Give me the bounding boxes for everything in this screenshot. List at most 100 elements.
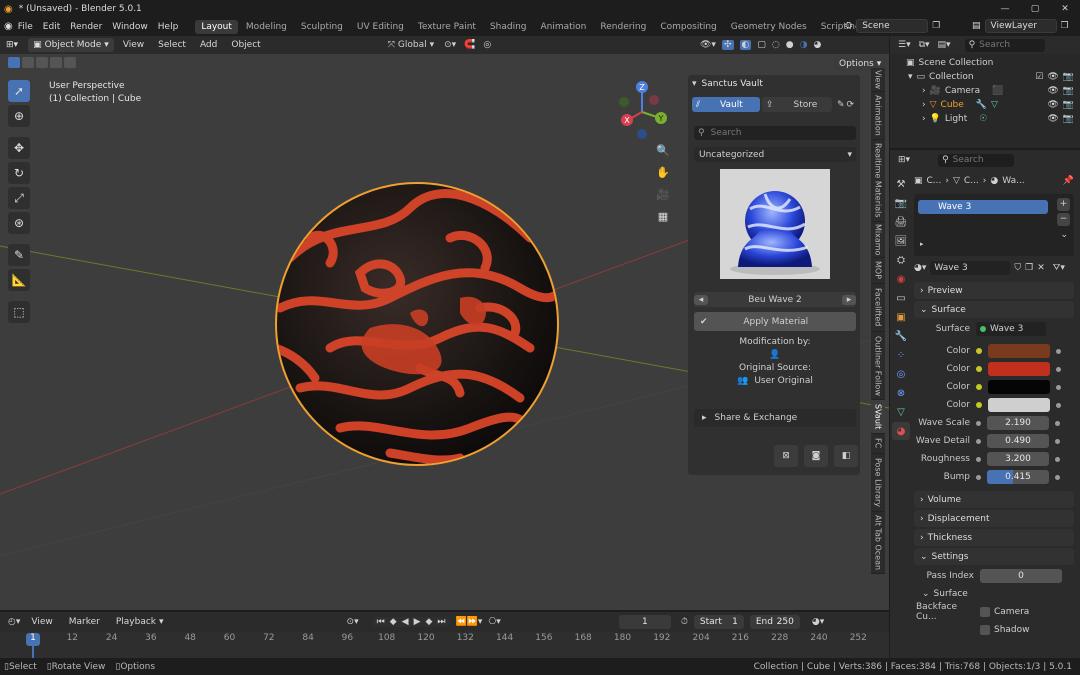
wireframe-shading-icon[interactable]: ◌ — [772, 40, 780, 50]
menu-window[interactable]: Window — [107, 22, 153, 32]
timeline-ruler[interactable]: 1 12 24 36 48 60 72 84 96 108 120 132 144 156 168 180 19… — [0, 632, 889, 658]
filter-funnel-icon[interactable]: ⛛▾ — [1053, 263, 1065, 273]
jump-end-icon[interactable]: ⏭ — [437, 617, 445, 627]
slot-menu-icon[interactable]: ⌄ — [1060, 230, 1068, 240]
side-tab-mop[interactable]: MOP — [871, 258, 885, 284]
side-tab-pose-library[interactable]: Pose Library — [871, 454, 885, 512]
keyframe-dot-icon[interactable] — [1056, 366, 1061, 372]
cursor-tool-icon[interactable]: ⊕ — [8, 105, 30, 127]
timeline-editor-icon[interactable]: ◴▾ — [8, 617, 20, 627]
mode-dropdown[interactable]: ▣ Object Mode ▾ — [28, 38, 114, 52]
material-shading-icon[interactable]: ◑ — [800, 40, 808, 50]
current-frame-field[interactable]: 1 — [618, 615, 671, 629]
select-mode-subtract-icon[interactable] — [36, 57, 48, 68]
tab-sculpting[interactable]: Sculpting — [295, 20, 349, 34]
side-tab-animation[interactable]: Animation — [871, 92, 885, 140]
outliner-row-collection[interactable]: ▾ ▭ Collection ☑ 👁 📷 — [890, 70, 1080, 84]
side-tab-view[interactable]: View — [871, 68, 885, 92]
side-tab-fc[interactable]: FC — [871, 434, 885, 454]
select-mode-extend-icon[interactable] — [22, 57, 34, 68]
play-reverse-icon[interactable]: ◀ — [402, 617, 409, 627]
side-tab-realtime-materials[interactable]: Realtime Materials — [871, 140, 885, 222]
maximize-icon[interactable]: ▢ — [1020, 4, 1050, 14]
share-exchange-section[interactable]: ▸ Share & Exchange — [694, 409, 856, 427]
view-layer-copy-icon[interactable]: ❐ — [1061, 21, 1069, 31]
tab-uv-editing[interactable]: UV Editing — [351, 20, 410, 34]
color-swatch[interactable] — [988, 380, 1050, 394]
tab-geometry-nodes[interactable]: Geometry Nodes — [725, 20, 813, 34]
scale-tool-icon[interactable]: ⤢ — [8, 187, 30, 209]
solid-shading-icon[interactable]: ● — [786, 40, 794, 50]
minimize-icon[interactable]: — — [990, 4, 1020, 14]
gizmo-icon[interactable]: ✣ — [721, 40, 734, 50]
eye-icon[interactable]: 👁 — [1047, 114, 1058, 124]
previous-arrow-icon[interactable]: ◂ — [694, 294, 708, 305]
key-nav-icon[interactable]: ⏪⏩▾ — [456, 617, 483, 627]
section-settings[interactable]: ⌄ Settings — [914, 548, 1074, 565]
properties-editor-icon[interactable]: ⊞▾ — [898, 155, 910, 165]
orientation-dropdown[interactable]: ⤧ Global ▾ — [388, 40, 434, 50]
edit-pencil-icon[interactable]: ✎ — [837, 100, 845, 110]
visibility-icon[interactable]: 👁▾ — [700, 40, 716, 50]
particles-tab-icon[interactable]: ⁘ — [892, 346, 910, 364]
tool-tab-icon[interactable]: ⚒ — [892, 175, 910, 193]
menu-file[interactable]: File — [13, 22, 38, 32]
color-swatch[interactable] — [988, 398, 1050, 412]
measure-tool-icon[interactable]: 📐 — [8, 269, 30, 291]
duplicate-material-icon[interactable]: ❐ — [1025, 263, 1033, 273]
select-mode-invert-icon[interactable] — [50, 57, 62, 68]
blender-menu-icon[interactable]: ◉ — [4, 21, 13, 32]
eye-icon[interactable]: 👁 — [1047, 72, 1058, 82]
xray-icon[interactable]: ▢ — [757, 40, 766, 50]
roughness-field[interactable]: 3.200 — [987, 452, 1049, 466]
tab-layout[interactable]: Layout — [195, 19, 238, 34]
eye-icon[interactable]: 👁 — [1047, 100, 1058, 110]
pin-icon[interactable]: 📌 — [1063, 176, 1074, 186]
website-icon[interactable]: ⊠ — [774, 445, 798, 467]
surface-shader-field[interactable]: Wave 3 — [976, 322, 1046, 336]
side-tab-mixamo[interactable]: Mixamo — [871, 222, 885, 258]
vault-tab-store[interactable]: ⇪ Store — [762, 97, 832, 112]
outliner-row-cube[interactable]: › ▽ Cube 🔧 ▽ 👁 📷 — [890, 98, 1080, 112]
jump-start-icon[interactable]: ⏮ — [377, 617, 385, 627]
wave-detail-field[interactable]: 0.490 — [987, 434, 1049, 448]
menu-help[interactable]: Help — [153, 22, 184, 32]
move-tool-icon[interactable]: ✥ — [8, 137, 30, 159]
collection-tab-icon[interactable]: ▭ — [892, 289, 910, 307]
view-layer-tab-icon[interactable]: 🖼 — [892, 232, 910, 250]
pan-hand-icon[interactable]: ✋ — [654, 163, 672, 181]
scene-field[interactable]: Scene — [856, 19, 929, 33]
constraints-tab-icon[interactable]: ⊗ — [892, 384, 910, 402]
material-tab-icon[interactable]: ◕ — [892, 422, 910, 440]
keyframe-dot-icon[interactable] — [1056, 402, 1061, 408]
section-volume[interactable]: › Volume — [914, 491, 1074, 508]
add-cube-tool-icon[interactable]: ⬚ — [8, 301, 30, 323]
outliner-search-input[interactable]: ⚲ Search — [964, 38, 1045, 52]
unlink-material-icon[interactable]: ✕ — [1037, 263, 1045, 273]
checkbox-icon[interactable] — [980, 607, 990, 617]
keyframe-dot-icon[interactable] — [1055, 438, 1060, 444]
keyframe-dot-icon[interactable] — [1055, 474, 1060, 480]
stopwatch-icon[interactable]: ⏱ — [681, 617, 688, 627]
vault-tab-vault[interactable]: ⫽ Vault — [692, 97, 760, 112]
end-frame-field[interactable]: End 250 — [749, 615, 800, 629]
side-tab-svault[interactable]: SVault — [871, 400, 885, 434]
annotate-tool-icon[interactable]: ✎ — [8, 244, 30, 266]
patreon-icon[interactable]: ◧ — [834, 445, 858, 467]
transform-tool-icon[interactable]: ⊛ — [8, 212, 30, 234]
checkbox-icon[interactable]: ☑ — [1035, 72, 1043, 82]
material-browse-icon[interactable]: ◕▾ — [914, 263, 926, 273]
overlay-icon[interactable]: ◐ — [739, 40, 752, 50]
auto-key-icon[interactable]: ⎔▾ — [488, 617, 500, 627]
render-tab-icon[interactable]: 📷 — [892, 194, 910, 212]
side-tab-facelifted[interactable]: Facelifted — [871, 284, 885, 332]
vault-header[interactable]: ▾ Sanctus Vault — [688, 75, 860, 93]
menu-edit[interactable]: Edit — [38, 22, 65, 32]
color-swatch[interactable] — [988, 362, 1050, 376]
world-tab-icon[interactable]: ◉ — [892, 270, 910, 288]
viewport-menu-object[interactable]: Object — [226, 40, 265, 50]
wave-scale-field[interactable]: 2.190 — [987, 416, 1049, 430]
tab-modeling[interactable]: Modeling — [240, 20, 293, 34]
scene-tab-icon[interactable]: ⛭ — [892, 251, 910, 269]
start-frame-field[interactable]: Start 1 — [693, 615, 744, 629]
